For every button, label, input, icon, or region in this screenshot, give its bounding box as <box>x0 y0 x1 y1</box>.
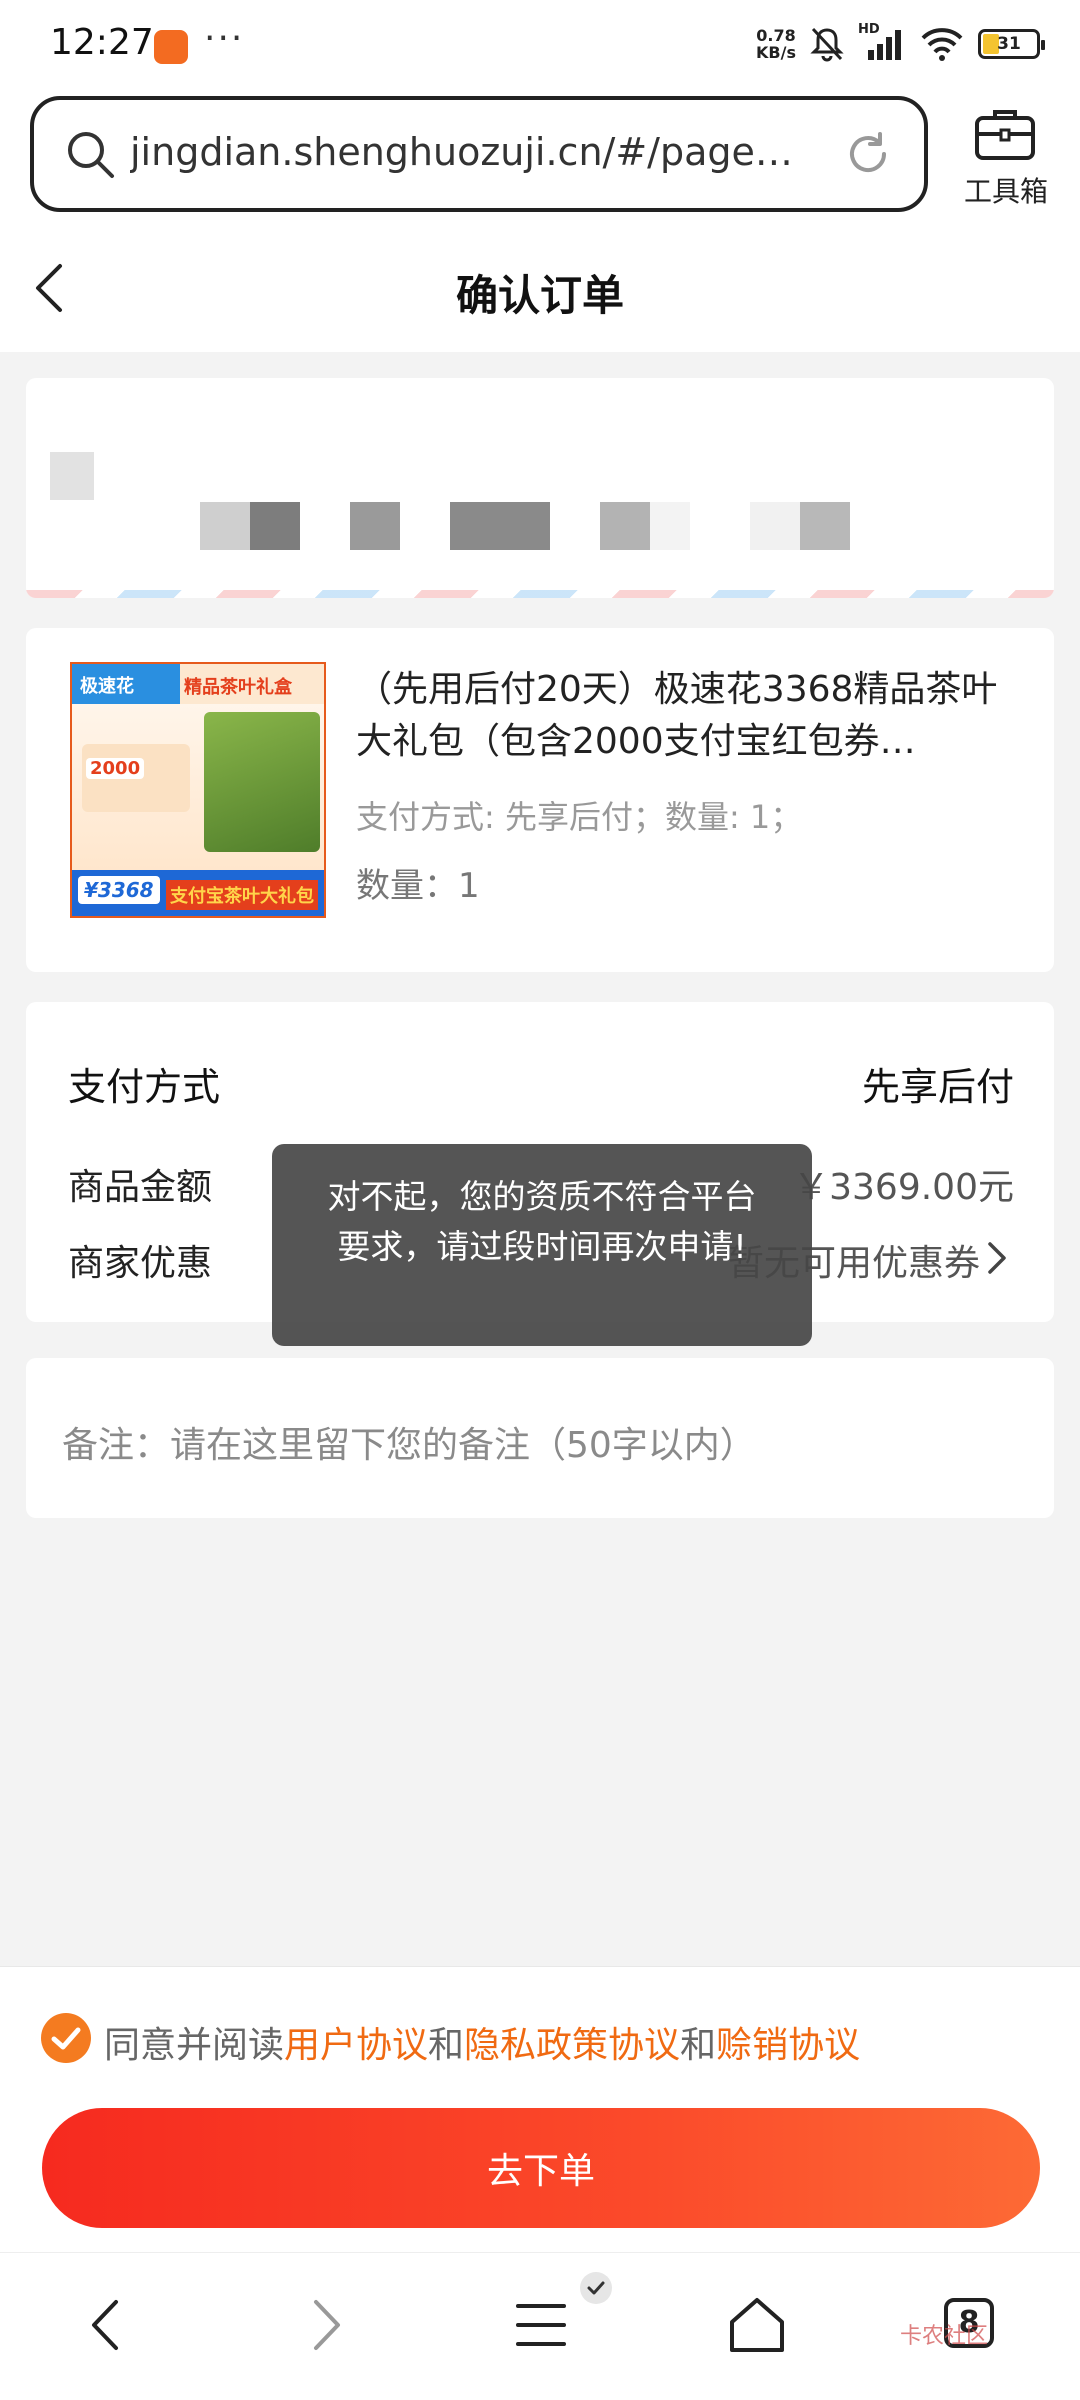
thumb-footer-label: 支付宝茶叶大礼包 <box>166 880 318 910</box>
page-title: 确认订单 <box>455 271 624 320</box>
place-order-button[interactable]: 去下单 <box>42 2108 1040 2228</box>
more-notifications-icon: ··· <box>204 18 245 59</box>
nav-forward-icon[interactable] <box>290 2290 360 2360</box>
status-indicators: 0.78 KB/s HD 31 <box>756 22 1045 62</box>
status-time: 12:27 <box>50 22 154 63</box>
toolbox-label[interactable]: 工具箱 <box>956 170 1056 210</box>
payment-method-value[interactable]: 先享后付 <box>862 1056 1014 1111</box>
product-spec: 支付方式: 先享后付；数量: 1； <box>356 798 803 836</box>
search-icon <box>68 132 114 178</box>
home-icon[interactable] <box>722 2290 792 2360</box>
note-input-placeholder[interactable]: 备注：请在这里留下您的备注（50字以内） <box>62 1416 756 1468</box>
product-image: 极速花 精品茶叶礼盒 2000 ¥3368 支付宝茶叶大礼包 <box>70 662 326 918</box>
toolbox-icon[interactable] <box>973 104 1037 162</box>
thumb-price: ¥3368 <box>78 876 160 904</box>
refresh-icon[interactable] <box>842 128 894 180</box>
thumb-logo: 极速花 <box>72 664 180 704</box>
agreement-text: 同意并阅读用户协议和隐私政策协议和赊销协议 <box>104 2025 861 2066</box>
user-agreement-link[interactable]: 用户协议 <box>284 2025 428 2066</box>
battery-icon: 31 <box>978 29 1045 59</box>
thumb-coupon: 2000 <box>82 744 190 812</box>
product-quantity: 数量：1 <box>356 866 480 906</box>
address-stripe <box>26 590 1054 598</box>
merchant-discount-label: 商家优惠 <box>68 1243 213 1284</box>
app-notification-icon <box>154 30 188 64</box>
watermark: 卡农社区 <box>900 2324 989 2349</box>
address-card-redacted[interactable] <box>26 378 1054 598</box>
network-speed: 0.78 KB/s <box>756 26 796 62</box>
goods-amount-value: ￥3369.00元 <box>793 1167 1014 1208</box>
goods-amount-label: 商品金额 <box>68 1167 213 1208</box>
mute-icon <box>810 27 844 62</box>
signal-icon: HD <box>858 22 906 62</box>
chevron-right-icon[interactable] <box>986 1238 1008 1278</box>
credit-sale-agreement-link[interactable]: 赊销协议 <box>716 2025 860 2066</box>
menu-check-badge-icon <box>580 2272 612 2304</box>
product-name: （先用后付20天）极速花3368精品茶叶大礼包（包含2000支付宝红包券… <box>356 669 998 762</box>
privacy-policy-link[interactable]: 隐私政策协议 <box>464 2025 680 2066</box>
thumb-tea-package <box>204 712 320 852</box>
menu-icon[interactable] <box>506 2290 576 2360</box>
thumb-title: 精品茶叶礼盒 <box>180 664 324 704</box>
wifi-icon <box>921 28 963 61</box>
agreement-checkbox[interactable] <box>40 2012 92 2064</box>
payment-method-label: 支付方式 <box>68 1065 221 1109</box>
nav-back-icon[interactable] <box>72 2290 142 2360</box>
url-text[interactable]: jingdian.shenghuozuji.cn/#/pages/ch... <box>130 130 810 174</box>
error-toast: 对不起，您的资质不符合平台要求，请过段时间再次申请! <box>272 1144 812 1346</box>
